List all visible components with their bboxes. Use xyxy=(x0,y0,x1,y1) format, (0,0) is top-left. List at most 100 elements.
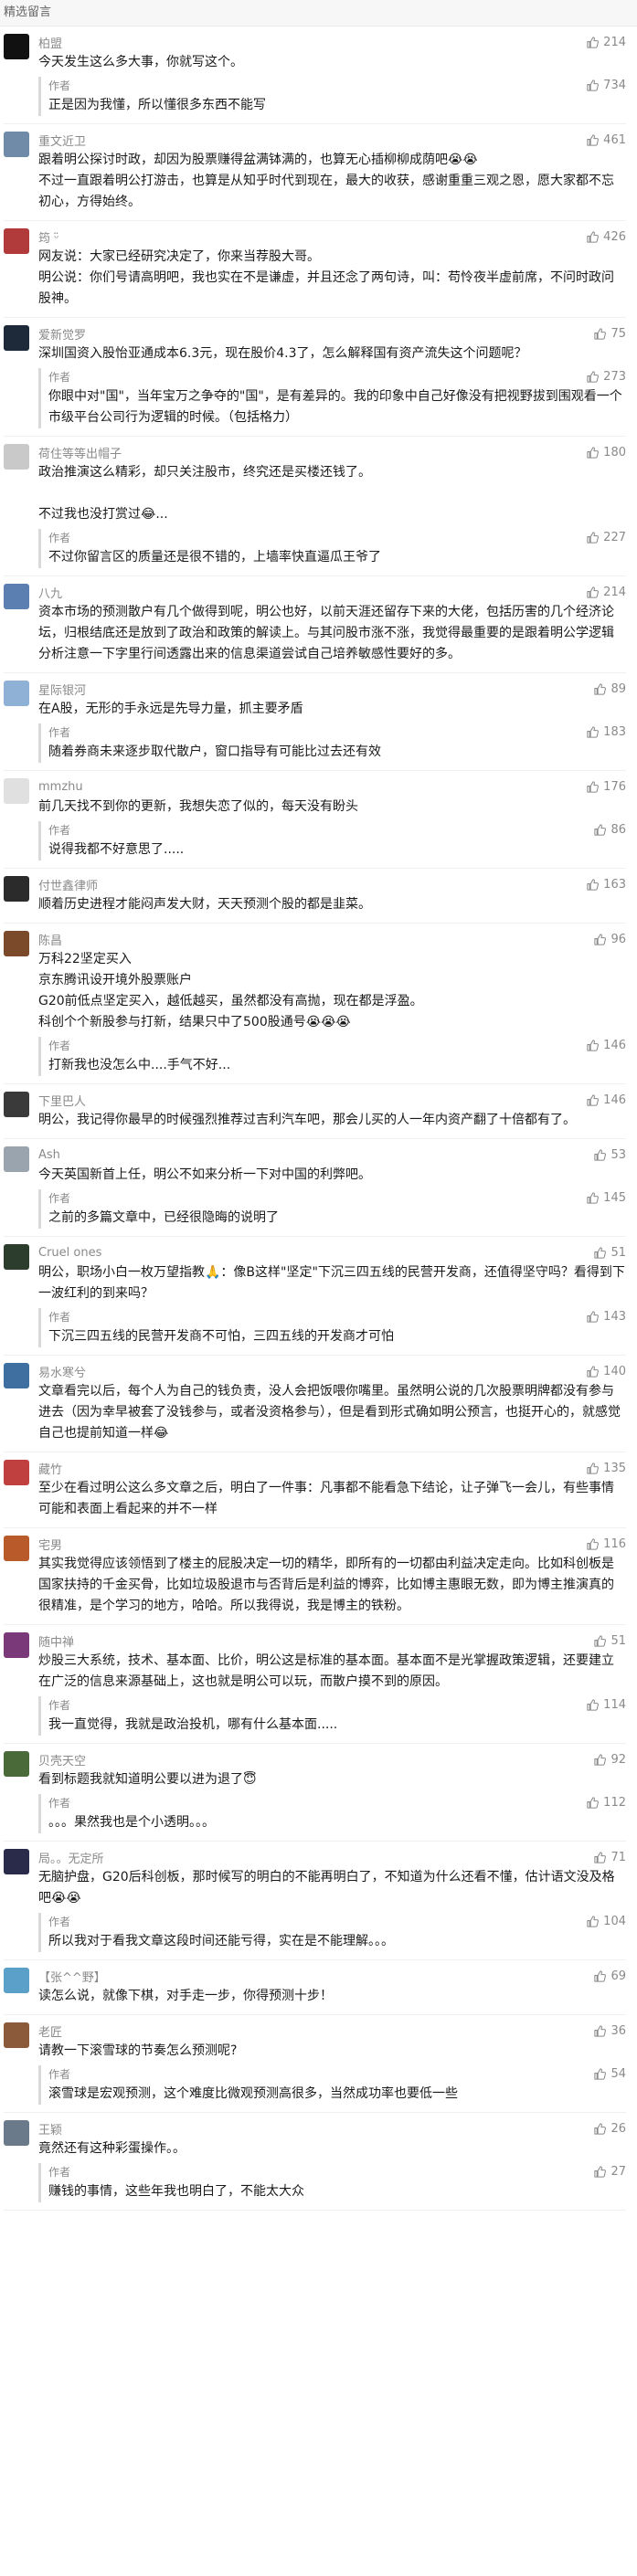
like-button[interactable]: 135 xyxy=(586,1462,626,1475)
avatar[interactable] xyxy=(4,325,29,351)
reply-like-count: 145 xyxy=(603,1190,626,1205)
reply-like-button[interactable]: 183 xyxy=(586,725,626,739)
reply-like-button[interactable]: 146 xyxy=(586,1039,626,1052)
comment-body: 陈昌 96 万科22坚定买入 京东腾讯设开境外股票账户 G20前低点坚定买入，越… xyxy=(38,931,626,1076)
reply-like-button[interactable]: 734 xyxy=(586,79,626,92)
reply-text: 赚钱的事情，这些年我也明白了，不能太大众 xyxy=(48,2184,304,2199)
comment-item: 贝壳天空 92 看到标题我就知道明公要以进为退了😇 作者 112 。。。果然我也… xyxy=(4,1744,626,1842)
like-button[interactable]: 461 xyxy=(586,133,626,147)
avatar[interactable] xyxy=(4,1363,29,1388)
comment-body: 王颖 26 竟然还有这种彩蛋操作。。 作者 27 赚钱的事情，这些年我也明白了，… xyxy=(38,2120,626,2202)
avatar[interactable] xyxy=(4,1092,29,1117)
avatar[interactable] xyxy=(4,1968,29,1993)
like-count: 214 xyxy=(603,585,626,599)
comment-text: 无脑护盘，G20后科创板，那时候写的明白的不能再明白了，不知道为什么还看不懂，估… xyxy=(38,1870,615,1906)
like-count: 36 xyxy=(610,2023,626,2038)
thumb-up-icon xyxy=(587,446,600,459)
comment-header: 爱新觉罗 75 xyxy=(38,325,626,343)
avatar[interactable] xyxy=(4,34,29,59)
like-button[interactable]: 92 xyxy=(593,1753,626,1767)
reply-header: 作者 734 xyxy=(48,77,626,93)
like-count: 51 xyxy=(610,1245,626,1260)
avatar[interactable] xyxy=(4,1751,29,1777)
like-button[interactable]: 163 xyxy=(586,878,626,892)
like-button[interactable]: 53 xyxy=(593,1148,626,1162)
avatar[interactable] xyxy=(4,931,29,956)
like-button[interactable]: 51 xyxy=(593,1246,626,1260)
commenter-name: 易水寒兮 xyxy=(38,1366,87,1380)
reply-like-count: 143 xyxy=(603,1309,626,1324)
reply-like-button[interactable]: 54 xyxy=(593,2067,626,2081)
like-button[interactable]: 89 xyxy=(593,682,626,696)
like-button[interactable]: 214 xyxy=(586,586,626,599)
comment-body: 【张^^野】 69 读怎么说，就像下棋，对手走一步，你得预测十步！ xyxy=(38,1968,626,2007)
like-button[interactable]: 146 xyxy=(586,1093,626,1107)
avatar[interactable] xyxy=(4,1536,29,1561)
avatar[interactable] xyxy=(4,1146,29,1172)
reply-like-button[interactable]: 112 xyxy=(586,1796,626,1810)
like-button[interactable]: 69 xyxy=(593,1969,626,1983)
like-button[interactable]: 176 xyxy=(586,780,626,794)
author-reply: 作者 227 不过你留言区的质量还是很不错的，上墙率快直逼瓜王爷了 xyxy=(38,529,626,568)
avatar[interactable] xyxy=(4,228,29,254)
like-button[interactable]: 36 xyxy=(593,2024,626,2038)
avatar[interactable] xyxy=(4,2022,29,2048)
comment-body: 星际银河 89 在A股，无形的手永远是先导力量，抓主要矛盾 作者 183 随着券… xyxy=(38,681,626,763)
author-reply: 作者 143 下沉三四五线的民营开发商不可怕，三四五线的开发商才可怕 xyxy=(38,1308,626,1347)
like-button[interactable]: 96 xyxy=(593,933,626,946)
reply-like-button[interactable]: 143 xyxy=(586,1310,626,1324)
like-button[interactable]: 71 xyxy=(593,1851,626,1864)
like-button[interactable]: 51 xyxy=(593,1634,626,1648)
avatar[interactable] xyxy=(4,132,29,157)
reply-like-button[interactable]: 227 xyxy=(586,531,626,544)
avatar[interactable] xyxy=(4,444,29,470)
avatar[interactable] xyxy=(4,1632,29,1658)
like-button[interactable]: 75 xyxy=(593,327,626,341)
avatar[interactable] xyxy=(4,1849,29,1874)
reply-text: 打新我也没怎么中....手气不好... xyxy=(48,1058,231,1072)
thumb-up-icon xyxy=(587,1093,600,1106)
reply-text: 正是因为我懂，所以懂很多东西不能写 xyxy=(48,98,266,112)
comment-item: 局。。无定所 71 无脑护盘，G20后科创板，那时候写的明白的不能再明白了，不知… xyxy=(4,1842,626,1960)
comment-text: 万科22坚定买入 京东腾讯设开境外股票账户 G20前低点坚定买入，越低越买，虽然… xyxy=(38,952,423,1029)
avatar[interactable] xyxy=(4,584,29,609)
like-count: 180 xyxy=(603,445,626,459)
comment-header: 王颖 26 xyxy=(38,2120,626,2138)
reply-like-button[interactable]: 27 xyxy=(593,2165,626,2179)
reply-header: 作者 145 xyxy=(48,1189,626,1206)
thumb-up-icon xyxy=(587,586,600,598)
comment-text: 竟然还有这种彩蛋操作。。 xyxy=(38,2141,186,2156)
comment-text: 读怎么说，就像下棋，对手走一步，你得预测十步！ xyxy=(38,1989,333,2003)
reply-like-button[interactable]: 273 xyxy=(586,370,626,384)
commenter-name: 王颖 xyxy=(38,2123,63,2138)
like-button[interactable]: 26 xyxy=(593,2122,626,2136)
reply-like-count: 734 xyxy=(603,78,626,92)
author-label: 作者 xyxy=(48,2165,71,2179)
reply-like-button[interactable]: 86 xyxy=(593,823,626,837)
avatar[interactable] xyxy=(4,1244,29,1270)
like-button[interactable]: 214 xyxy=(586,36,626,49)
reply-like-button[interactable]: 104 xyxy=(586,1915,626,1928)
thumb-up-icon xyxy=(594,1246,607,1259)
author-reply: 作者 54 滚雪球是宏观预测，这个难度比微观预测高很多，当然成功率也要低一些 xyxy=(38,2065,626,2105)
comment-item: 筠 ᵕ̈ 426 网友说：大家已经研究决定了，你来当荐股大哥。 明公说：你们号请… xyxy=(4,221,626,318)
thumb-up-icon xyxy=(594,327,607,340)
avatar[interactable] xyxy=(4,681,29,706)
like-count: 163 xyxy=(603,877,626,892)
avatar[interactable] xyxy=(4,778,29,804)
reply-like-button[interactable]: 114 xyxy=(586,1698,626,1712)
comment-item: 【张^^野】 69 读怎么说，就像下棋，对手走一步，你得预测十步！ xyxy=(4,1960,626,2015)
avatar[interactable] xyxy=(4,2120,29,2146)
comment-body: 下里巴人 146 明公，我记得你最早的时候强烈推荐过吉利汽车吧，那会儿买的人一年… xyxy=(38,1092,626,1131)
reply-like-button[interactable]: 145 xyxy=(586,1191,626,1205)
like-button[interactable]: 426 xyxy=(586,230,626,244)
comment-text: 明公，我记得你最早的时候强烈推荐过吉利汽车吧，那会儿买的人一年内资产翻了十倍都有… xyxy=(38,1113,576,1127)
avatar[interactable] xyxy=(4,876,29,902)
like-button[interactable]: 180 xyxy=(586,446,626,459)
comment-body: 重文近卫 461 跟着明公探讨时政，却因为股票赚得盆满钵满的，也算无心插柳柳成荫… xyxy=(38,132,626,213)
avatar[interactable] xyxy=(4,1460,29,1485)
author-label: 作者 xyxy=(48,1191,71,1205)
like-button[interactable]: 116 xyxy=(586,1537,626,1551)
like-button[interactable]: 140 xyxy=(586,1365,626,1378)
thumb-up-icon xyxy=(594,2165,607,2178)
